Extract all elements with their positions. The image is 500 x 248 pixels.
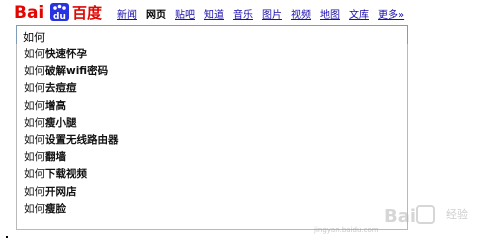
suggestion-item[interactable]: 如何瘦小腿	[17, 115, 407, 132]
stray-dot	[6, 236, 8, 238]
logo-cn-text: 百度	[72, 4, 103, 22]
suggestion-item[interactable]: 如何设置无线路由器	[17, 132, 407, 149]
nav-item-map[interactable]: 地图	[320, 6, 340, 21]
suggestion-item[interactable]: 如何增高	[17, 98, 407, 115]
nav-item-tieba[interactable]: 贴吧	[175, 6, 195, 21]
svg-text:Bai: Bai	[384, 206, 416, 227]
suggestion-item[interactable]: 如何破解wifi密码	[17, 63, 407, 80]
watermark-url: jingyan.baidu.com	[314, 226, 379, 234]
nav-item-images[interactable]: 图片	[262, 6, 282, 21]
suggestion-list: 如何快速怀孕 如何破解wifi密码 如何去痘痘 如何增高 如何瘦小腿 如何设置无…	[17, 44, 407, 218]
nav-item-more[interactable]: 更多»	[378, 6, 404, 21]
nav-item-zhidao[interactable]: 知道	[204, 6, 224, 21]
nav-item-web[interactable]: 网页	[146, 6, 166, 21]
nav-item-news[interactable]: 新闻	[117, 6, 137, 21]
suggestion-item[interactable]: 如何快速怀孕	[17, 46, 407, 63]
top-nav: 新闻 网页 贴吧 知道 音乐 图片 视频 地图 文库 更多»	[117, 6, 413, 21]
logo-du-text: du	[53, 12, 66, 22]
suggestion-item[interactable]: 如何下载视频	[17, 166, 407, 183]
nav-item-music[interactable]: 音乐	[233, 6, 253, 21]
baidu-logo-graphic: Bai du 百度	[14, 3, 103, 23]
suggestion-item[interactable]: 如何翻墙	[17, 149, 407, 166]
search-box[interactable]	[16, 25, 408, 46]
baidu-jingyan-watermark: Bai 经验 jingyan.baidu.com	[304, 196, 494, 244]
nav-item-video[interactable]: 视频	[291, 6, 311, 21]
baidu-logo[interactable]: Bai du 百度	[14, 1, 114, 23]
baidu-search-page: Bai du 百度 新闻 网页 贴吧 知道 音乐 图片 视频 地图 文库 更多»…	[0, 0, 500, 248]
watermark-label: 经验	[446, 208, 468, 221]
logo-bai-text: Bai	[14, 3, 44, 23]
suggestion-item[interactable]: 如何去痘痘	[17, 80, 407, 97]
nav-item-wenku[interactable]: 文库	[349, 6, 369, 21]
